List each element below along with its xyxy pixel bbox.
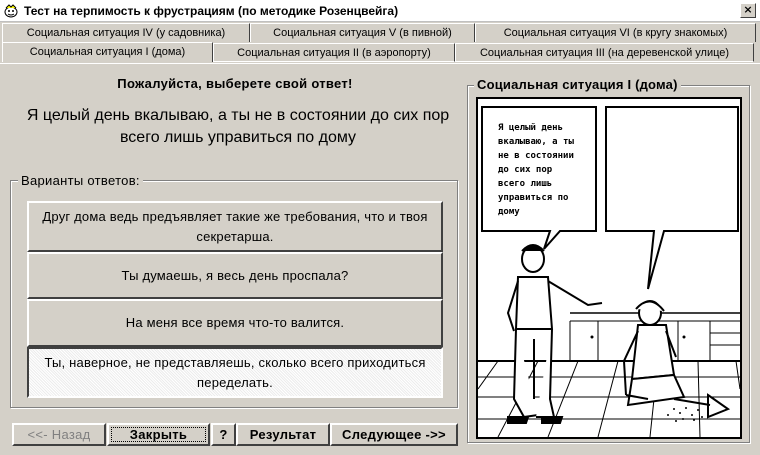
app-icon	[4, 4, 18, 18]
close-icon[interactable]: ×	[740, 3, 756, 18]
tab-situation-3[interactable]: Социальная ситуация III (на деревенской …	[455, 43, 754, 62]
prompt-title: Пожалуйста, выберете свой ответ!	[117, 76, 353, 91]
answer-option-label: На меня все время что-то валится.	[125, 315, 345, 330]
answer-option-4[interactable]: Ты, наверное, не представляешь, сколько …	[27, 347, 443, 398]
tab-situation-2[interactable]: Социальная ситуация II (в аэропорту)	[213, 43, 455, 62]
window-title: Тест на терпимость к фрустрациям (по мет…	[24, 4, 399, 18]
answer-option-label: Ты думаешь, я весь день проспала?	[121, 267, 349, 283]
title-bar: Тест на терпимость к фрустрациям (по мет…	[0, 0, 760, 22]
picture-legend: Социальная ситуация I (дома)	[474, 77, 681, 92]
tab-situation-6[interactable]: Социальная ситуация VI (в кругу знакомых…	[475, 23, 756, 42]
answer-option-3[interactable]: На меня все время что-то валится.	[27, 299, 443, 347]
tab-situation-4[interactable]: Социальная ситуация IV (у садовника)	[2, 23, 250, 42]
situation-illustration: Я целый день вкалываю, а ты не в состоян…	[476, 97, 742, 439]
tab-situation-5[interactable]: Социальная ситуация V (в пивной)	[250, 23, 475, 42]
next-button[interactable]: Следующее ->>	[330, 423, 458, 446]
answer-option-label: Ты, наверное, не представляешь, сколько …	[44, 354, 426, 390]
app-window: Тест на терпимость к фрустрациям (по мет…	[0, 0, 760, 455]
answer-option-label: Друг дома ведь предъявляет такие же треб…	[42, 208, 428, 244]
answers-legend: Варианты ответов:	[18, 173, 143, 188]
close-button[interactable]: Закрыть	[107, 423, 210, 446]
tab-divider	[0, 63, 760, 64]
question-text: Я целый день вкалываю, а ты не в состоян…	[26, 107, 450, 146]
answer-option-1[interactable]: Друг дома ведь предъявляет такие же треб…	[27, 201, 443, 252]
answer-option-2[interactable]: Ты думаешь, я весь день проспала?	[27, 252, 443, 299]
result-button[interactable]: Результат	[236, 423, 330, 446]
help-button[interactable]: ?	[211, 423, 236, 446]
speech-bubble-text: Я целый день вкалываю, а ты не в состоян…	[498, 123, 574, 217]
back-button[interactable]: <<- Назад	[12, 423, 106, 446]
tab-situation-1[interactable]: Социальная ситуация I (дома)	[2, 42, 213, 62]
